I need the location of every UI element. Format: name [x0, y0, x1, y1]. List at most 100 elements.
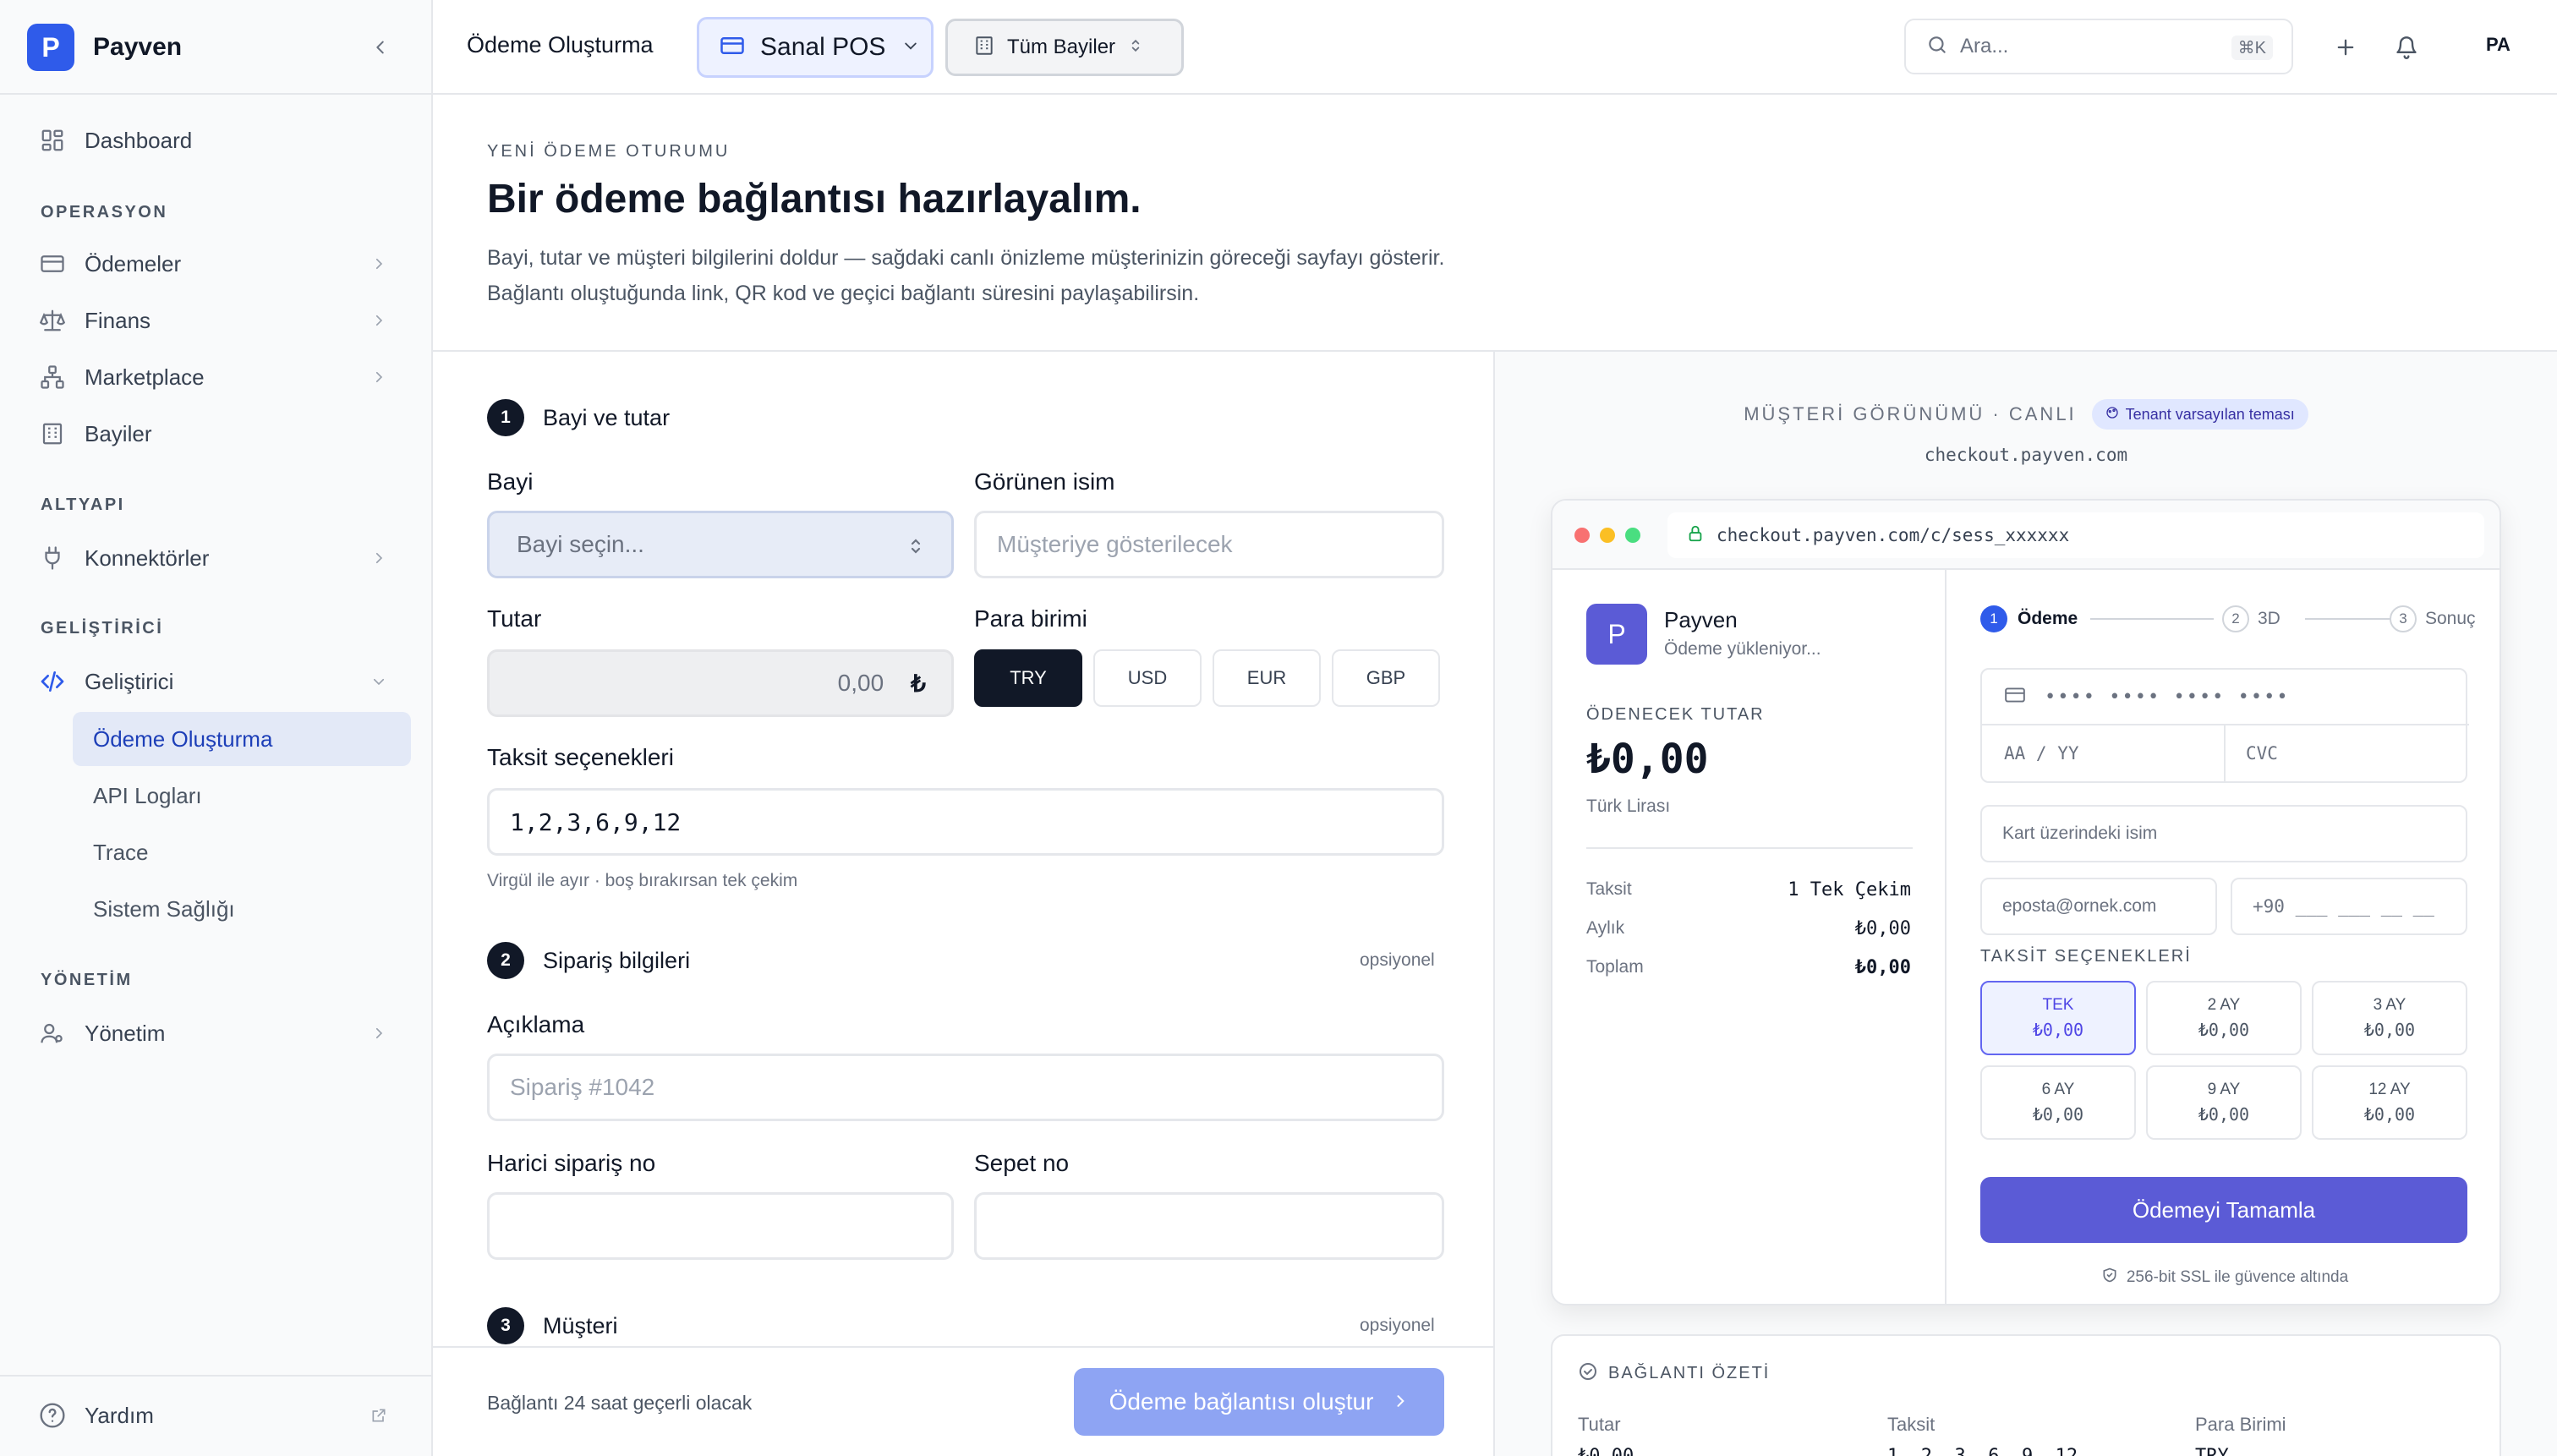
sidebar-item-label: Finans [85, 307, 151, 333]
link-summary-card: BAĞLANTI ÖZETİ Tutar ₺0,00 Taksit 1, 2, … [1551, 1334, 2501, 1456]
scale-icon [37, 305, 68, 336]
display-name-input[interactable] [974, 511, 1444, 578]
step-header-customer: 3 Müşteri [487, 1307, 618, 1344]
card-number-placeholder: •••• •••• •••• •••• [2045, 686, 2290, 708]
description-input[interactable] [487, 1054, 1444, 1121]
cvc-field[interactable]: CVC [2226, 725, 2469, 781]
sidebar-item-label: Geliştirici [85, 668, 174, 694]
shield-icon [2101, 1267, 2118, 1289]
dealer-scope-label: Tüm Bayiler [1007, 36, 1116, 58]
preview-domain: checkout.payven.com [1924, 445, 2128, 465]
global-search[interactable]: ⌘K [1904, 19, 2293, 74]
cardholder-field[interactable]: Kart üzerindeki isim [1980, 805, 2467, 862]
credit-card-icon [37, 249, 68, 279]
due-amount-label: ÖDENECEK TUTAR [1586, 705, 1765, 724]
create-payment-link-button[interactable]: Ödeme bağlantısı oluştur [1074, 1368, 1444, 1436]
pos-selector[interactable]: Sanal POS [697, 17, 934, 78]
installment-option[interactable]: TEK ₺0,00 [1980, 981, 2136, 1055]
currency-option-try[interactable]: TRY [974, 649, 1082, 707]
phone-placeholder: +90 ___ ___ __ __ [2253, 896, 2434, 917]
sidebar-item-connectors[interactable]: Konnektörler [27, 533, 411, 583]
merchant-name: Payven [1664, 607, 1738, 632]
sidebar-item-dashboard[interactable]: Dashboard [27, 115, 411, 166]
theme-badge: Tenant varsayılan teması [2091, 399, 2308, 430]
merchant-logo: P [1586, 604, 1647, 665]
ssl-note: 256-bit SSL ile güvence altında [1946, 1267, 2500, 1289]
sidebar-subitem-api-logs[interactable]: API Logları [73, 769, 411, 823]
currency-option-eur[interactable]: EUR [1213, 649, 1321, 707]
page-eyebrow: YENİ ÖDEME OTURUMU [487, 142, 731, 161]
sidebar-item-label: Dashboard [85, 127, 193, 153]
link-summary-title: BAĞLANTI ÖZETİ [1608, 1364, 1771, 1382]
sidebar-item-marketplace[interactable]: Marketplace [27, 352, 411, 402]
installment-hint: Virgül ile ayır · boş bırakırsan tek çek… [487, 871, 798, 890]
dealer-select[interactable]: Bayi seçin... [487, 511, 954, 578]
sidebar-subitem-payment-creation[interactable]: Ödeme Oluşturma [73, 712, 411, 766]
expiry-field[interactable]: AA / YY [1982, 725, 2226, 781]
installment-option-amount: ₺0,00 [2032, 1104, 2084, 1125]
installment-option[interactable]: 2 AY ₺0,00 [2146, 981, 2302, 1055]
section-heading-developer: GELİŞTİRİCİ [41, 619, 164, 638]
email-field[interactable]: eposta@ornek.com [1980, 878, 2217, 935]
due-currency: Türk Lirası [1586, 796, 1671, 816]
sidebar-item-payments[interactable]: Ödemeler [27, 238, 411, 289]
card-number-field[interactable]: •••• •••• •••• •••• [1982, 670, 2469, 725]
installment-option[interactable]: 3 AY ₺0,00 [2312, 981, 2467, 1055]
sidebar-item-developer[interactable]: Geliştirici [27, 656, 411, 707]
step-header-order: 2 Sipariş bilgileri [487, 942, 690, 979]
building-icon [37, 419, 68, 449]
installment-input[interactable] [487, 788, 1444, 856]
browser-mockup: checkout.payven.com/c/sess_xxxxxx P Payv… [1551, 499, 2501, 1305]
chevron-updown-icon [906, 535, 926, 562]
sidebar-item-help[interactable]: Yardım [27, 1390, 411, 1441]
sidebar-item-management[interactable]: Yönetim [27, 1008, 411, 1059]
sidebar-item-label: Sistem Sağlığı [93, 895, 235, 922]
search-icon [1926, 34, 1948, 60]
installment-option-amount: ₺0,00 [2363, 1020, 2416, 1040]
sidebar-item-finance[interactable]: Finans [27, 295, 411, 346]
page-description-line: Bağlantı oluştuğunda link, QR kod ve geç… [487, 282, 1200, 305]
currency-option-gbp[interactable]: GBP [1332, 649, 1440, 707]
dealer-scope-selector[interactable]: Tüm Bayiler [945, 19, 1184, 76]
installment-option-label: 9 AY [2207, 1081, 2241, 1098]
building-icon [973, 35, 995, 61]
sidebar-subitem-trace[interactable]: Trace [73, 825, 411, 879]
sidebar-item-dealers[interactable]: Bayiler [27, 408, 411, 459]
section-heading-infrastructure: ALTYAPI [41, 495, 125, 514]
phone-field[interactable]: +90 ___ ___ __ __ [2231, 878, 2467, 935]
collapse-sidebar-icon[interactable] [365, 32, 396, 63]
summary-col-label: Tutar [1578, 1414, 1621, 1435]
search-input[interactable] [1960, 35, 2214, 58]
installment-option[interactable]: 6 AY ₺0,00 [1980, 1065, 2136, 1140]
summary-row-label: Toplam [1586, 957, 1644, 977]
external-order-input[interactable] [487, 1192, 954, 1260]
external-link-icon [367, 1404, 391, 1427]
brand[interactable]: P Payven [27, 22, 182, 73]
chevron-right-icon [367, 252, 391, 276]
sidebar-subitem-system-health[interactable]: Sistem Sağlığı [73, 882, 411, 936]
chevron-right-icon [1392, 1388, 1409, 1415]
plus-icon[interactable] [2329, 30, 2363, 64]
installments-title: TAKSİT SEÇENEKLERİ [1980, 947, 2192, 966]
currency-option-usd[interactable]: USD [1093, 649, 1202, 707]
summary-row-value: ₺0,00 [1854, 957, 1911, 978]
step-title: Bayi ve tutar [543, 404, 671, 430]
theme-badge-label: Tenant varsayılan teması [2125, 405, 2295, 423]
create-button-label: Ödeme bağlantısı oluştur [1109, 1388, 1374, 1415]
installment-option[interactable]: 9 AY ₺0,00 [2146, 1065, 2302, 1140]
summary-row-value: ₺0,00 [1854, 918, 1911, 939]
basket-input[interactable] [974, 1192, 1444, 1260]
sidebar-item-label: Marketplace [85, 364, 205, 390]
expiry-placeholder: AA / YY [2004, 743, 2079, 764]
sidebar-divider [0, 93, 431, 95]
section-heading-management: YÖNETİM [41, 971, 133, 989]
installment-option[interactable]: 12 AY ₺0,00 [2312, 1065, 2467, 1140]
step-connector [2090, 618, 2214, 620]
summary-col-value: TRY [2195, 1446, 2229, 1456]
complete-payment-button[interactable]: Ödemeyi Tamamla [1980, 1177, 2467, 1243]
bell-icon[interactable] [2390, 30, 2423, 64]
sidebar-item-label: Ödemeler [85, 250, 182, 276]
dealer-label: Bayi [487, 468, 534, 495]
amount-input[interactable]: 0,00 ₺ [487, 649, 954, 717]
avatar[interactable]: PA [2486, 34, 2510, 56]
